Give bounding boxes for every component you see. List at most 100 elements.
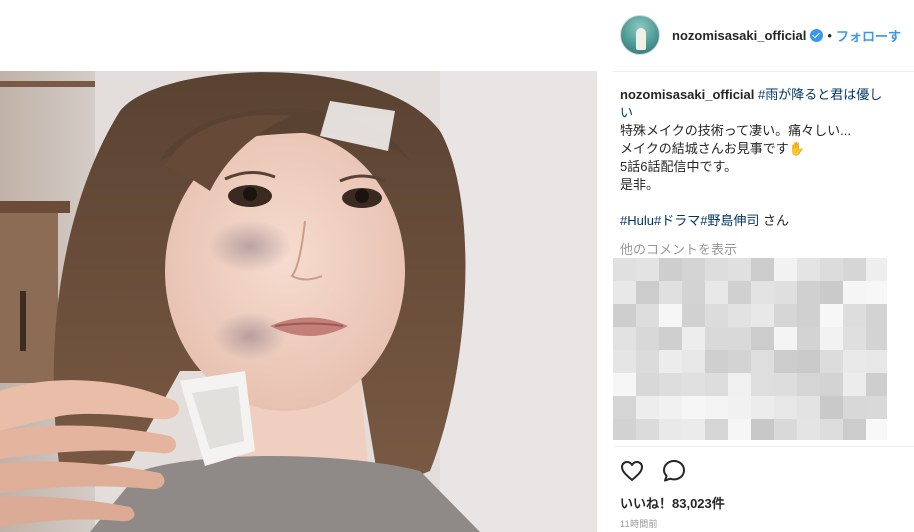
caption-line: 特殊メイクの技術って凄い。痛々しい... — [620, 123, 851, 138]
mosaic-tile — [682, 396, 705, 419]
mosaic-tile — [797, 304, 820, 327]
mosaic-tile — [843, 373, 866, 396]
like-count[interactable]: いいね！83,023件 — [620, 493, 725, 512]
mosaic-tile — [797, 419, 820, 440]
header-username[interactable]: nozomisasaki_official — [672, 28, 806, 43]
mosaic-tile — [682, 258, 705, 281]
caption-line: 5話6話配信中です。 — [620, 159, 738, 174]
mosaic-tile — [843, 419, 866, 440]
post-caption: nozomisasaki_official #雨が降ると君は優しい 特殊メイクの… — [620, 86, 890, 230]
mosaic-tile — [820, 258, 843, 281]
mosaic-tile — [866, 304, 887, 327]
mosaic-tile — [659, 373, 682, 396]
post-photo-illustration — [0, 71, 597, 532]
mosaic-tile — [728, 327, 751, 350]
view-more-comments-link[interactable]: 他のコメントを表示 — [620, 239, 737, 258]
caption-line: 是非。 — [620, 177, 660, 192]
post-timestamp[interactable]: 11時間前 — [620, 517, 658, 530]
mosaic-tile — [613, 258, 636, 281]
mosaic-tile — [728, 419, 751, 440]
caption-username[interactable]: nozomisasaki_official — [620, 87, 754, 102]
mosaic-tile — [659, 327, 682, 350]
mosaic-tile — [866, 281, 887, 304]
mosaic-tile — [797, 396, 820, 419]
mosaic-tile — [751, 304, 774, 327]
mosaic-tile — [705, 373, 728, 396]
header-divider — [614, 71, 914, 72]
mosaic-tile — [843, 281, 866, 304]
mosaic-tile — [613, 327, 636, 350]
mosaic-tile — [751, 419, 774, 440]
mosaic-tile — [636, 373, 659, 396]
mosaic-tile — [820, 281, 843, 304]
mosaic-tile — [613, 350, 636, 373]
mosaic-tile — [728, 281, 751, 304]
mosaic-tile — [866, 350, 887, 373]
mosaic-tile — [774, 373, 797, 396]
mosaic-tile — [613, 419, 636, 440]
mosaic-tile — [820, 419, 843, 440]
mosaic-tile — [843, 350, 866, 373]
mosaic-tile — [613, 373, 636, 396]
mosaic-tile — [705, 396, 728, 419]
mosaic-tile — [728, 373, 751, 396]
caption-hashtags: #Hulu#ドラマ#野島伸司 さん — [620, 212, 890, 230]
mosaic-tile — [866, 396, 887, 419]
mosaic-tile — [820, 304, 843, 327]
mosaic-tile — [728, 304, 751, 327]
mosaic-tile — [636, 281, 659, 304]
mosaic-tile — [659, 350, 682, 373]
mosaic-tile — [636, 258, 659, 281]
mosaic-tile — [636, 396, 659, 419]
mosaic-tile — [728, 258, 751, 281]
mosaic-tile — [659, 396, 682, 419]
mosaic-tile — [705, 304, 728, 327]
mosaic-tile — [866, 258, 887, 281]
mosaic-tile — [659, 419, 682, 440]
mosaic-tile — [866, 373, 887, 396]
heart-outline-icon[interactable] — [619, 458, 645, 484]
mosaic-tile — [751, 350, 774, 373]
mosaic-tile — [797, 373, 820, 396]
instagram-post-page: nozomisasaki_official • フォローす nozomisasa… — [0, 0, 914, 532]
mosaic-tile — [705, 350, 728, 373]
mosaic-tile — [820, 396, 843, 419]
mosaic-tile — [705, 281, 728, 304]
mosaic-tile — [866, 419, 887, 440]
mosaic-tile — [636, 304, 659, 327]
mosaic-tile — [728, 396, 751, 419]
mosaic-tile — [659, 304, 682, 327]
mosaic-tile — [843, 258, 866, 281]
mosaic-tile — [659, 281, 682, 304]
mosaic-tile — [613, 396, 636, 419]
mosaic-tile — [682, 350, 705, 373]
hashtag-link[interactable]: #Hulu — [620, 213, 654, 228]
mosaic-tile — [613, 281, 636, 304]
mosaic-tile — [820, 350, 843, 373]
post-photo[interactable] — [0, 71, 597, 532]
comment-bubble-icon[interactable] — [661, 458, 687, 484]
mosaic-tile — [751, 373, 774, 396]
mosaic-tile — [751, 281, 774, 304]
mosaic-tile — [682, 327, 705, 350]
mosaic-tile — [728, 350, 751, 373]
follow-button[interactable]: フォローす — [836, 26, 901, 45]
mosaic-tile — [636, 350, 659, 373]
mosaic-tile — [705, 419, 728, 440]
mosaic-tile — [820, 373, 843, 396]
mosaic-tile — [797, 258, 820, 281]
mosaic-tile — [774, 327, 797, 350]
hashtag-link[interactable]: #ドラマ — [654, 213, 700, 228]
mosaic-tile — [797, 281, 820, 304]
mosaic-tile — [751, 258, 774, 281]
hashtag-link[interactable]: #野島伸司 — [700, 213, 759, 228]
mosaic-tile — [797, 350, 820, 373]
mosaic-tile — [636, 327, 659, 350]
post-actions — [619, 458, 687, 484]
mosaic-tile — [820, 327, 843, 350]
mosaic-tile — [705, 258, 728, 281]
mosaic-tile — [774, 258, 797, 281]
mosaic-tile — [751, 327, 774, 350]
mosaic-tile — [774, 304, 797, 327]
user-avatar[interactable] — [620, 15, 660, 55]
